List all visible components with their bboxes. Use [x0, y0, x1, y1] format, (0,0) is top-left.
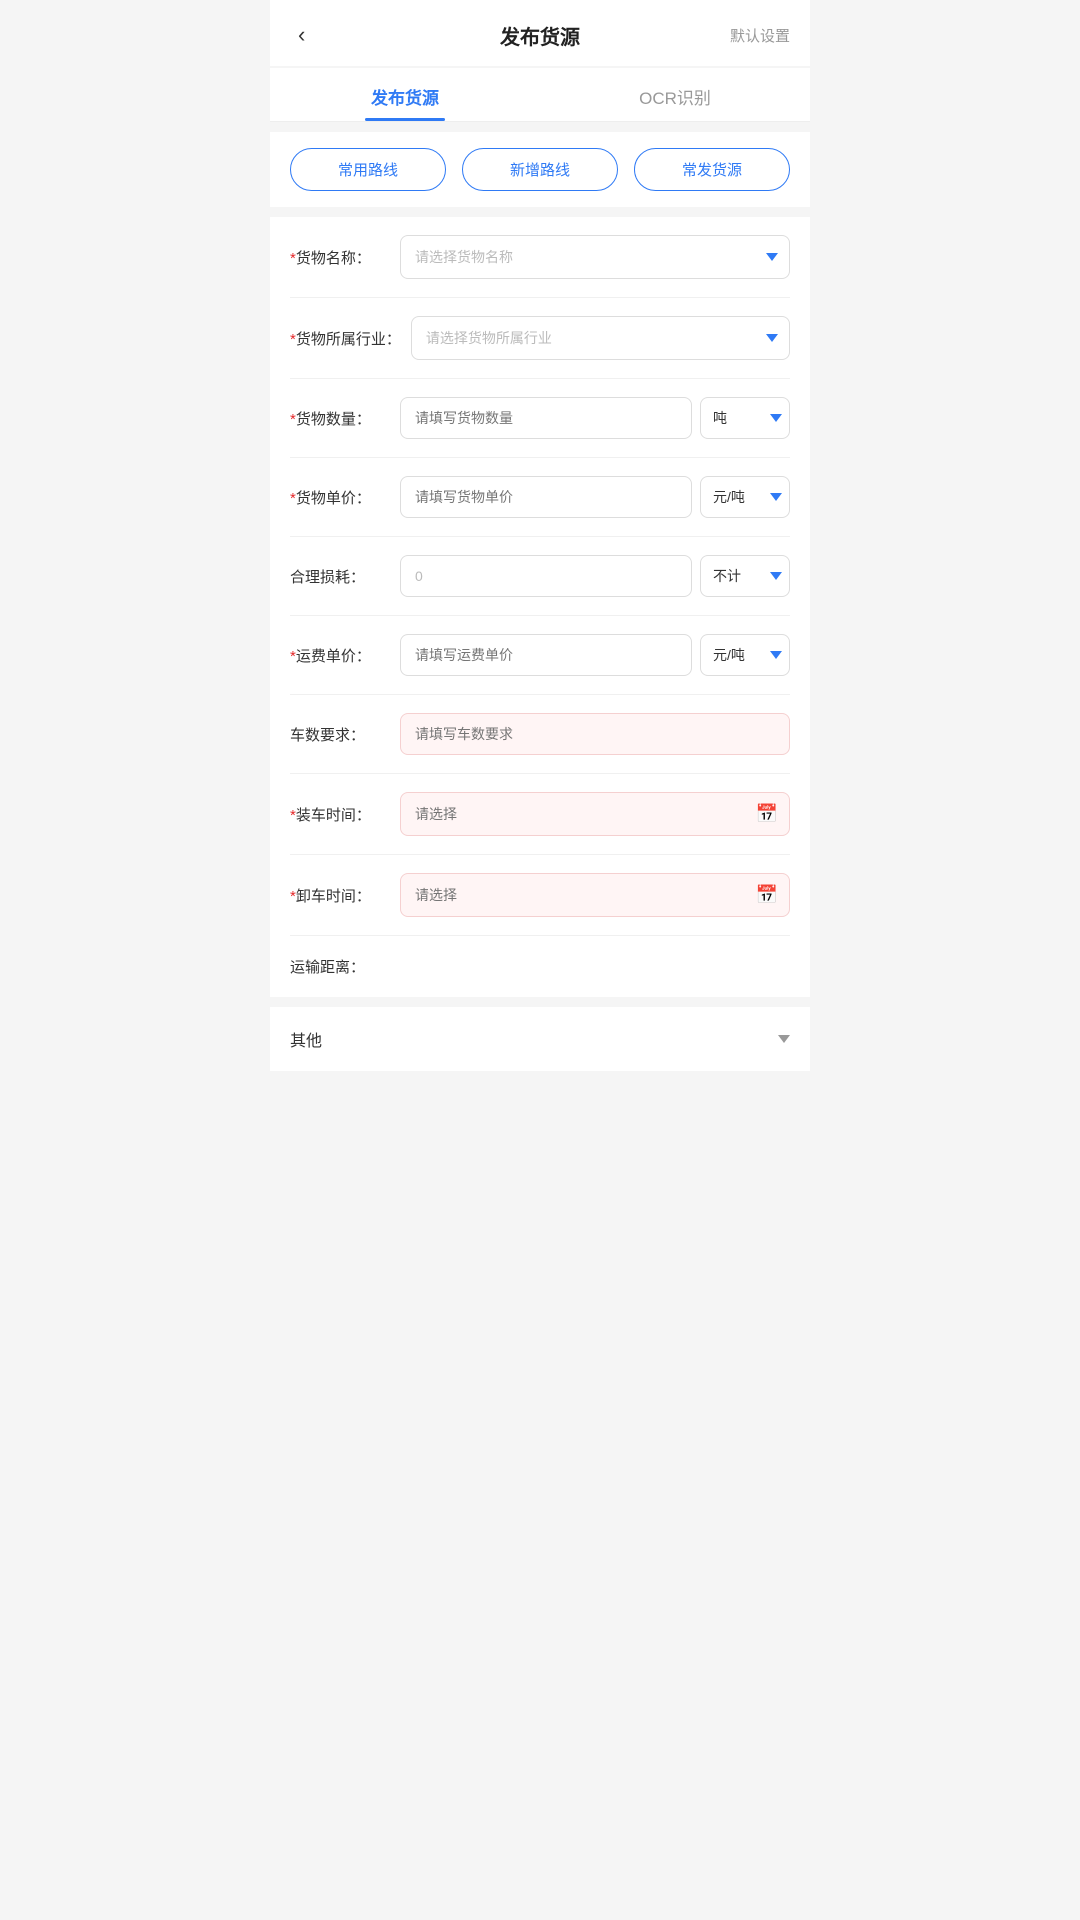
- reasonable-loss-unit-select[interactable]: 不计 计: [700, 555, 790, 597]
- common-route-button[interactable]: 常用路线: [290, 148, 446, 191]
- car-count-label: 车数要求：: [290, 724, 390, 745]
- cargo-name-select-wrapper: 请选择货物名称: [400, 235, 790, 279]
- cargo-quantity-unit-wrapper: 吨: [700, 397, 790, 439]
- cargo-name-label: *货物名称：: [290, 247, 390, 268]
- freight-price-split: 元/吨: [400, 634, 790, 676]
- unload-time-label: *卸车时间：: [290, 885, 390, 906]
- other-section: 其他: [270, 1007, 810, 1071]
- freight-price-label: *运费单价：: [290, 645, 390, 666]
- car-count-row: 车数要求：: [290, 695, 790, 774]
- add-route-button[interactable]: 新增路线: [462, 148, 618, 191]
- transport-distance-label: 运输距离：: [290, 956, 390, 977]
- back-button[interactable]: ‹: [290, 18, 313, 52]
- reasonable-loss-unit-wrapper: 不计 计: [700, 555, 790, 597]
- cargo-quantity-split: 吨: [400, 397, 790, 439]
- cargo-quantity-unit-select[interactable]: 吨: [700, 397, 790, 439]
- freight-price-unit-wrapper: 元/吨: [700, 634, 790, 676]
- cargo-price-unit-wrapper: 元/吨: [700, 476, 790, 518]
- freight-price-input[interactable]: [400, 634, 692, 676]
- cargo-industry-row: *货物所属行业： 请选择货物所属行业: [290, 298, 790, 379]
- load-time-row: *装车时间： 📅: [290, 774, 790, 855]
- other-label: 其他: [290, 1027, 322, 1051]
- tab-publish[interactable]: 发布货源: [270, 68, 540, 121]
- common-cargo-button[interactable]: 常发货源: [634, 148, 790, 191]
- load-time-label: *装车时间：: [290, 804, 390, 825]
- cargo-price-unit-select[interactable]: 元/吨: [700, 476, 790, 518]
- cargo-industry-label: *货物所属行业：: [290, 328, 401, 349]
- load-time-input[interactable]: [400, 792, 790, 836]
- quick-buttons-bar: 常用路线 新增路线 常发货源: [270, 132, 810, 207]
- default-settings-button[interactable]: 默认设置: [730, 25, 790, 46]
- load-time-input-wrapper: 📅: [400, 792, 790, 836]
- cargo-price-row: *货物单价： 元/吨: [290, 458, 790, 537]
- cargo-industry-select[interactable]: 请选择货物所属行业: [411, 316, 790, 360]
- page-header: ‹ 发布货源 默认设置: [270, 0, 810, 66]
- other-header[interactable]: 其他: [290, 1007, 790, 1071]
- reasonable-loss-input[interactable]: [400, 555, 692, 597]
- freight-price-row: *运费单价： 元/吨: [290, 616, 790, 695]
- cargo-price-label: *货物单价：: [290, 487, 390, 508]
- freight-price-unit-select[interactable]: 元/吨: [700, 634, 790, 676]
- reasonable-loss-split: 不计 计: [400, 555, 790, 597]
- reasonable-loss-row: 合理损耗： 不计 计: [290, 537, 790, 616]
- cargo-name-select[interactable]: 请选择货物名称: [400, 235, 790, 279]
- unload-time-input[interactable]: [400, 873, 790, 917]
- transport-distance-row: 运输距离：: [290, 936, 790, 997]
- page-title: 发布货源: [500, 21, 580, 50]
- cargo-name-row: *货物名称： 请选择货物名称: [290, 217, 790, 298]
- tab-ocr[interactable]: OCR识别: [540, 68, 810, 121]
- cargo-quantity-row: *货物数量： 吨: [290, 379, 790, 458]
- unload-time-input-wrapper: 📅: [400, 873, 790, 917]
- reasonable-loss-label: 合理损耗：: [290, 566, 390, 587]
- cargo-quantity-label: *货物数量：: [290, 408, 390, 429]
- unload-time-row: *卸车时间： 📅: [290, 855, 790, 936]
- car-count-input[interactable]: [400, 713, 790, 755]
- other-chevron-down-icon: [778, 1035, 790, 1043]
- tab-bar: 发布货源 OCR识别: [270, 68, 810, 122]
- cargo-price-split: 元/吨: [400, 476, 790, 518]
- form-section: *货物名称： 请选择货物名称 *货物所属行业： 请选择货物所属行业 *货物数量：: [270, 217, 810, 997]
- cargo-price-input[interactable]: [400, 476, 692, 518]
- cargo-quantity-input[interactable]: [400, 397, 692, 439]
- cargo-industry-select-wrapper: 请选择货物所属行业: [411, 316, 790, 360]
